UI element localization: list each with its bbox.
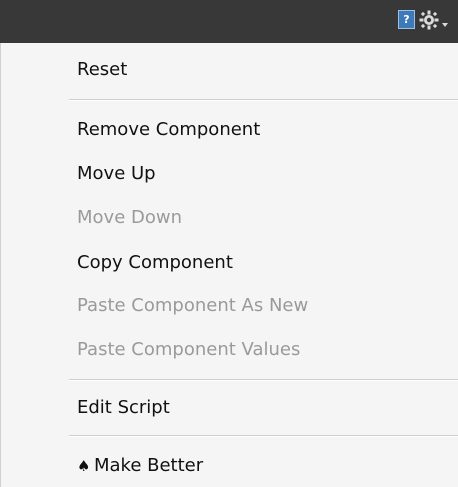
menu-separator	[69, 99, 458, 101]
menu-separator	[69, 435, 458, 437]
help-icon[interactable]: ?	[398, 10, 415, 29]
gear-dropdown-icon[interactable]	[419, 8, 458, 32]
spade-icon: ♠	[77, 457, 91, 475]
menu-separator	[69, 379, 458, 381]
inspector-header-bar: ?	[0, 0, 458, 43]
menu-item-copy-component[interactable]: Copy Component	[77, 251, 233, 275]
menu-item-reset[interactable]: Reset	[77, 58, 127, 82]
menu-item-paste-component-as-new: Paste Component As New	[77, 295, 309, 316]
menu-item-remove-component[interactable]: Remove Component	[77, 118, 260, 142]
menu-item-paste-component-values: Paste Component Values	[77, 339, 301, 360]
menu-item-move-up[interactable]: Move Up	[77, 162, 156, 186]
menu-item-make-better-label: Make Better	[94, 455, 204, 476]
menu-item-move-down: Move Down	[77, 207, 182, 228]
menu-item-make-better[interactable]: ♠ Make Better	[77, 454, 203, 478]
component-context-menu: Reset Remove Component Move Up Move Down…	[0, 43, 458, 487]
menu-item-edit-script[interactable]: Edit Script	[77, 396, 170, 420]
